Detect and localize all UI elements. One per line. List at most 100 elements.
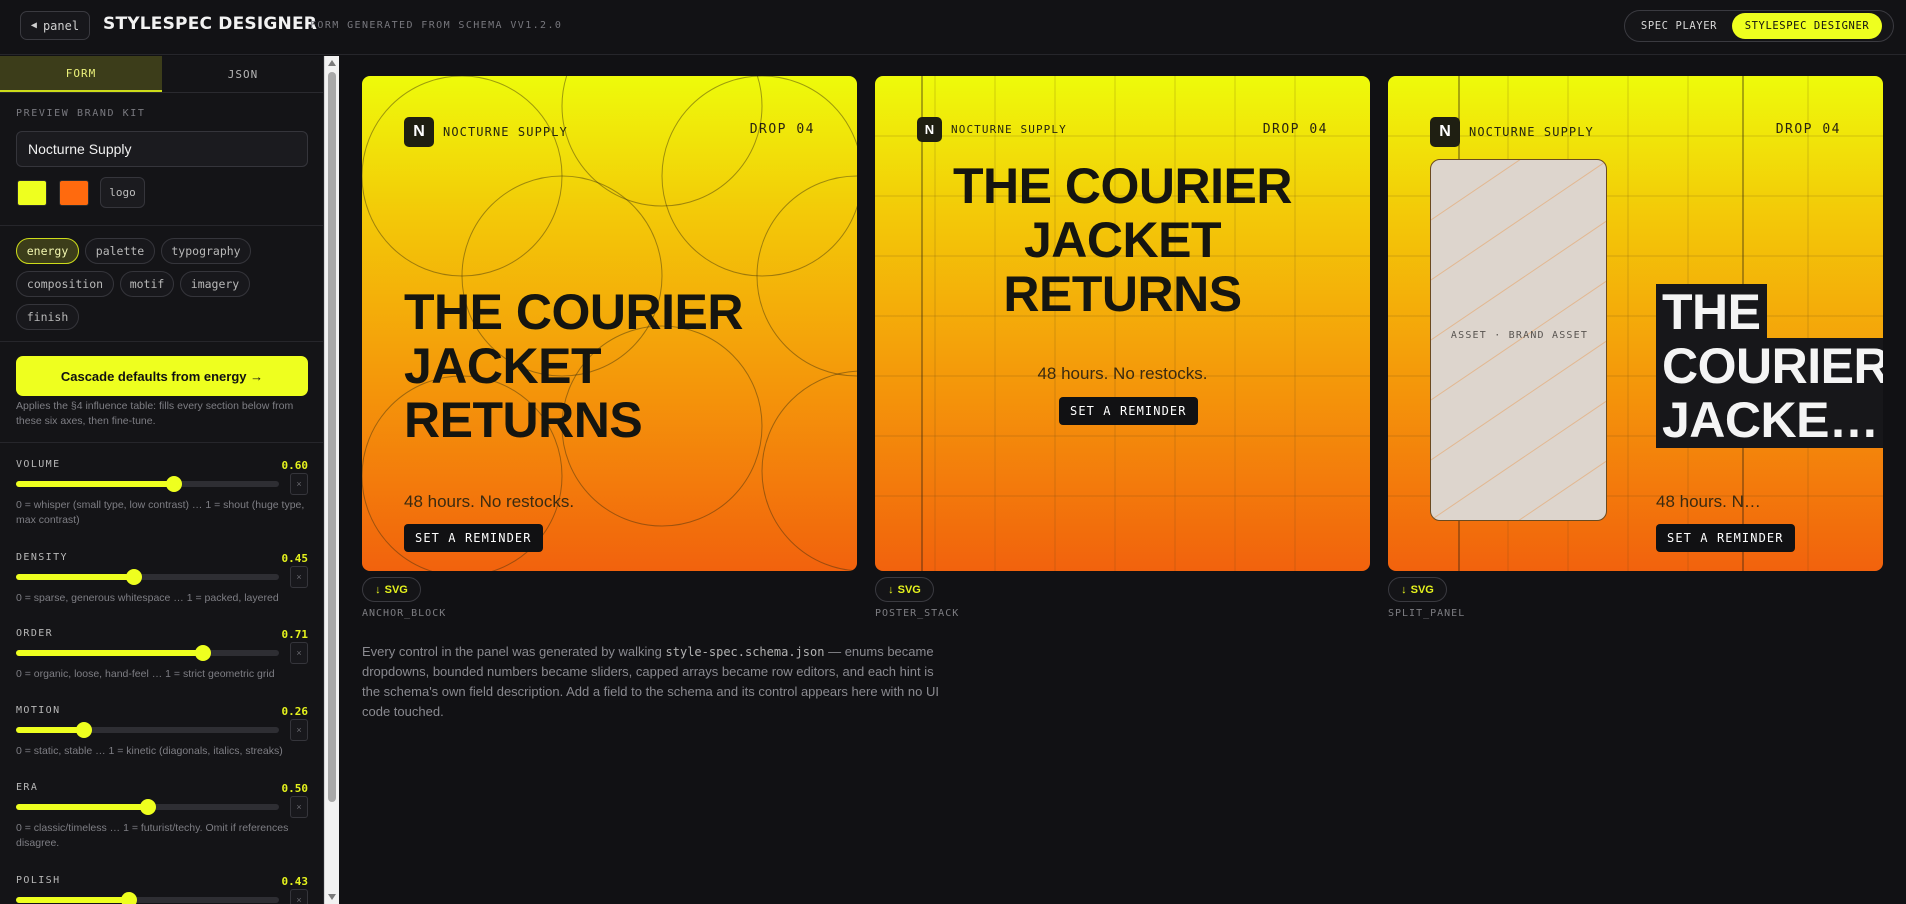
slider-reset-button[interactable]: ×	[290, 642, 308, 664]
tab-json[interactable]: JSON	[162, 56, 323, 92]
sidebar-tabs: FORM JSON	[0, 56, 323, 93]
brand-color-swatch-secondary[interactable]	[59, 180, 89, 206]
chip-energy[interactable]: energy	[16, 238, 79, 264]
download-arrow-icon: ↓	[888, 583, 894, 596]
poster-brand-name: NOCTURNE SUPPLY	[951, 123, 1067, 136]
slider-label: DENSITY	[16, 552, 68, 563]
slider-fill	[16, 804, 148, 810]
headline-line: THE	[1656, 284, 1883, 340]
slider-reset-button[interactable]: ×	[290, 566, 308, 588]
sidebar-scrollbar[interactable]	[324, 56, 339, 904]
headline-line: THE COURIER	[953, 158, 1292, 214]
asset-label: ASSET · BRAND ASSET	[1450, 330, 1589, 341]
slider-reset-button[interactable]: ×	[290, 796, 308, 818]
slider-track[interactable]	[16, 892, 279, 904]
brand-color-swatch-primary[interactable]	[17, 180, 47, 206]
poster-subline: 48 hours. No restocks.	[404, 492, 575, 511]
chip-palette[interactable]: palette	[85, 238, 155, 264]
slider-track[interactable]	[16, 569, 279, 585]
headline-line: RETURNS	[404, 392, 643, 448]
app-title: STYLESPEC DESIGNER	[103, 14, 318, 34]
slider-value: 0.60	[281, 459, 309, 472]
slider-reset-button[interactable]: ×	[290, 473, 308, 495]
slider-track[interactable]	[16, 476, 279, 492]
slider-order: ORDER 0.71 × 0 = organic, loose, hand-feel …	[16, 628, 308, 698]
logo-button[interactable]: logo	[100, 177, 145, 208]
poster-brand-row: N NOCTURNE SUPPLY	[917, 117, 1067, 142]
slider-thumb[interactable]	[165, 476, 182, 492]
variant-label: SPLIT_PANEL	[1388, 608, 1466, 619]
slider-track[interactable]	[16, 722, 279, 738]
divider	[0, 442, 323, 443]
chip-composition[interactable]: composition	[16, 271, 114, 297]
app-subtitle: FORM GENERATED FROM SCHEMA VV1.2.0	[310, 20, 563, 31]
poster-headline: THE COURIER JACKET RETURNS	[875, 159, 1370, 321]
mode-designer-button[interactable]: STYLESPEC DESIGNER	[1732, 13, 1882, 39]
slider-value: 0.26	[281, 705, 309, 718]
poster-drop-label: DROP 04	[1262, 122, 1328, 137]
back-button-label: panel	[42, 18, 80, 33]
headline-line: THE COURIER	[404, 284, 743, 340]
slider-volume: VOLUME 0.60 × 0 = whisper (small type, low …	[16, 459, 308, 529]
slider-value: 0.43	[281, 875, 309, 888]
brand-logo-mark: N	[917, 117, 942, 142]
cascade-defaults-button[interactable]: Cascade defaults from energy →	[16, 356, 308, 396]
slider-reset-button[interactable]: ×	[290, 889, 308, 904]
slider-label: MOTION	[16, 705, 61, 716]
slider-motion: MOTION 0.26 × 0 = static, stable … 1 = kine…	[16, 705, 308, 775]
headline-line: RETURNS	[1003, 266, 1242, 322]
download-svg-button[interactable]: ↓ SVG	[875, 577, 934, 602]
poster-cta-button[interactable]: SET A REMINDER	[1059, 397, 1198, 425]
headline-line: COURIER	[1656, 338, 1883, 394]
slider-polish: POLISH 0.43 ×	[16, 875, 308, 904]
slider-thumb[interactable]	[139, 799, 156, 815]
download-svg-button[interactable]: ↓ SVG	[362, 577, 421, 602]
chip-imagery[interactable]: imagery	[180, 271, 250, 297]
slider-label: ORDER	[16, 628, 54, 639]
chip-finish[interactable]: finish	[16, 304, 79, 330]
slider-thumb[interactable]	[194, 645, 211, 661]
poster-cta-button[interactable]: SET A REMINDER	[404, 524, 543, 552]
slider-fill	[16, 481, 174, 487]
poster-poster-stack: N NOCTURNE SUPPLY DROP 04 THE COURIER JA…	[875, 76, 1370, 571]
headline-line: JACKET	[1023, 212, 1222, 268]
slider-track[interactable]	[16, 799, 279, 815]
slider-hint: 0 = sparse, generous whitespace … 1 = pa…	[16, 592, 279, 604]
download-svg-button[interactable]: ↓ SVG	[1388, 577, 1447, 602]
scroll-up-arrow-icon[interactable]	[328, 60, 336, 66]
slider-thumb[interactable]	[76, 722, 93, 738]
slider-fill	[16, 897, 130, 903]
poster-drop-label: DROP 04	[749, 122, 815, 137]
download-label: SVG	[384, 583, 408, 596]
slider-hint: 0 = whisper (small type, low contrast) ……	[16, 499, 305, 526]
scroll-thumb[interactable]	[328, 72, 336, 802]
divider	[0, 341, 323, 342]
slider-hint: 0 = classic/timeless … 1 = futurist/tech…	[16, 822, 289, 849]
slider-track[interactable]	[16, 645, 279, 661]
chip-typography[interactable]: typography	[161, 238, 251, 264]
download-arrow-icon: ↓	[1401, 583, 1407, 596]
poster-split-panel: N NOCTURNE SUPPLY DROP 04 ASSET · BRAND …	[1388, 76, 1883, 571]
brand-name-input[interactable]: Nocturne Supply	[16, 131, 308, 167]
poster-subline: 48 hours. No restocks.	[1037, 364, 1208, 383]
variant-label: POSTER_STACK	[875, 608, 960, 619]
slider-thumb[interactable]	[126, 569, 143, 585]
slider-value: 0.50	[281, 782, 309, 795]
poster-anchor-block: N NOCTURNE SUPPLY DROP 04 THE COURIER JA…	[362, 76, 857, 571]
poster-brand-name: NOCTURNE SUPPLY	[1469, 125, 1594, 139]
grid-motif-decoration	[875, 76, 1370, 571]
poster-cta-button[interactable]: SET A REMINDER	[1656, 524, 1795, 552]
back-to-panel-button[interactable]: ◀ panel	[20, 11, 90, 40]
chip-motif[interactable]: motif	[120, 271, 174, 297]
brand-kit-label: PREVIEW BRAND KIT	[16, 108, 146, 119]
divider	[0, 225, 323, 226]
scroll-down-arrow-icon[interactable]	[328, 894, 336, 900]
slider-reset-button[interactable]: ×	[290, 719, 308, 741]
mode-spec-player-button[interactable]: SPEC PLAYER	[1629, 13, 1729, 39]
slider-thumb[interactable]	[121, 892, 138, 904]
slider-label: VOLUME	[16, 459, 61, 470]
tab-form[interactable]: FORM	[0, 56, 162, 92]
footnote-text: Every control in the panel was generated…	[362, 644, 666, 659]
poster-headline: THE COURIER JACKET RETURNS	[404, 285, 743, 447]
slider-label: POLISH	[16, 875, 61, 886]
